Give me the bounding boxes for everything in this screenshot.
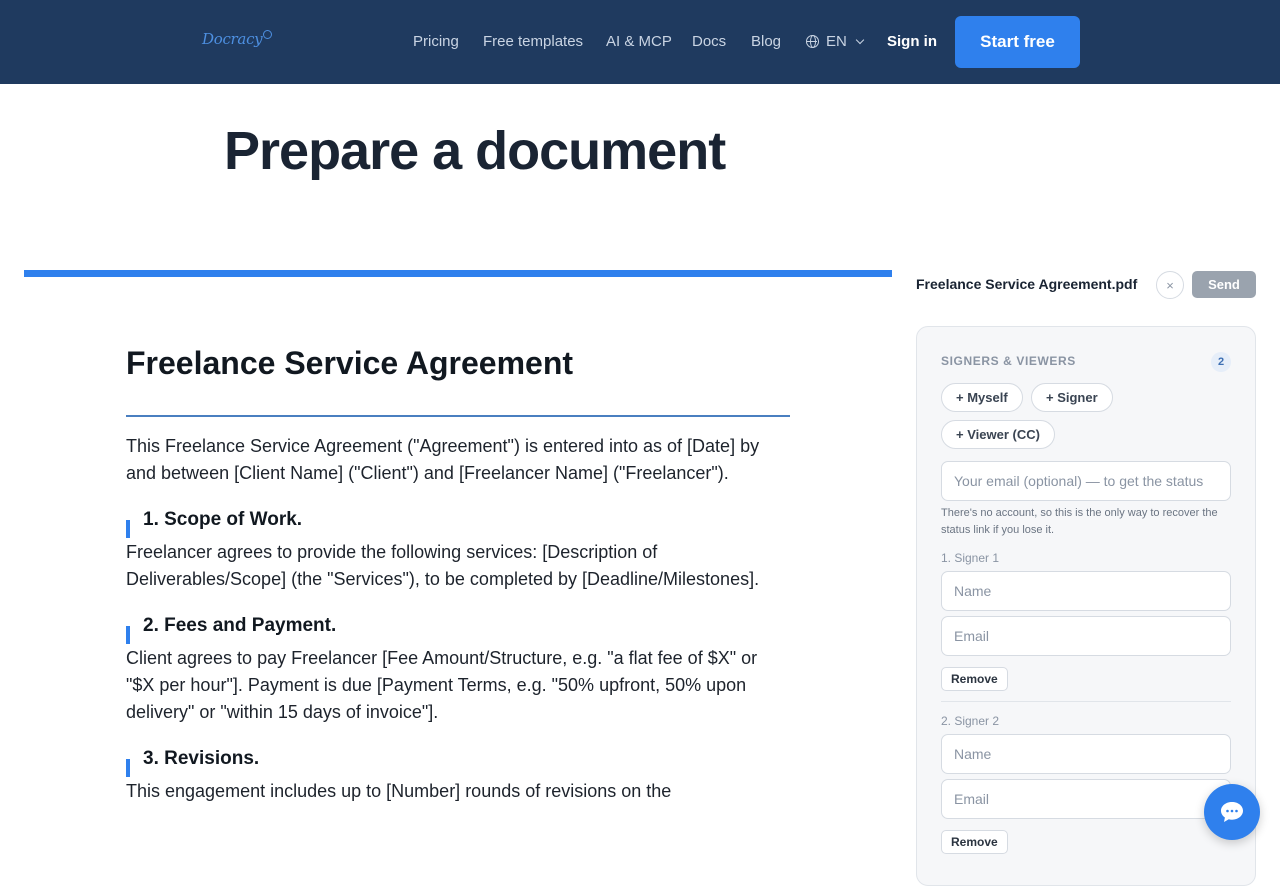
top-navigation-bar: Docracy Pricing Free templates AI & MCP … xyxy=(0,0,1280,84)
logo-mark-icon xyxy=(263,30,273,39)
signer-2-name-field[interactable] xyxy=(941,734,1231,774)
section-heading-text: 3. Revisions. xyxy=(143,748,260,769)
nav-link-ai-mcp[interactable]: AI & MCP xyxy=(606,33,672,50)
signer-2-email-field[interactable] xyxy=(941,779,1231,819)
add-signer-button[interactable]: + Signer xyxy=(1031,383,1113,412)
signer-1-name-field[interactable] xyxy=(941,571,1231,611)
section-heading: 3. Revisions. xyxy=(126,748,790,777)
section-marker xyxy=(126,520,130,538)
section-heading: 1. Scope of Work. xyxy=(126,509,790,538)
signer-1-remove-button[interactable]: Remove xyxy=(941,667,1008,691)
document-intro: This Freelance Service Agreement ("Agree… xyxy=(126,436,760,483)
signer-1-name-input[interactable] xyxy=(954,583,1218,599)
document-title: Freelance Service Agreement xyxy=(126,345,574,381)
signer-2-remove-button[interactable]: Remove xyxy=(941,830,1008,854)
document-title-divider xyxy=(126,415,790,417)
signer-1-label: 1. Signer 1 xyxy=(941,551,1000,565)
signer-1-email-field[interactable] xyxy=(941,616,1231,656)
section-heading: 2. Fees and Payment. xyxy=(126,615,790,644)
close-icon: × xyxy=(1166,277,1174,293)
status-email-field[interactable] xyxy=(941,461,1231,501)
logo-text: Docracy xyxy=(202,30,263,48)
section-marker xyxy=(126,626,130,644)
chat-bubble-icon xyxy=(1221,802,1243,822)
start-free-button[interactable]: Start free xyxy=(955,16,1080,68)
signer-2-name-input[interactable] xyxy=(954,746,1218,762)
sign-in-link[interactable]: Sign in xyxy=(887,33,937,50)
signer-2-email-input[interactable] xyxy=(954,791,1218,807)
page-title: Prepare a document xyxy=(224,121,726,181)
status-email-input[interactable] xyxy=(954,473,1218,489)
signers-count-badge: 2 xyxy=(1211,352,1231,372)
signer-1-email-input[interactable] xyxy=(954,628,1218,644)
add-viewer-button[interactable]: + Viewer (CC) xyxy=(941,420,1055,449)
docracy-logo[interactable]: Docracy xyxy=(202,30,273,48)
section-heading-text: 1. Scope of Work. xyxy=(143,509,303,530)
signer-2-label: 2. Signer 2 xyxy=(941,714,1000,728)
globe-icon xyxy=(806,35,819,48)
nav-link-pricing[interactable]: Pricing xyxy=(413,33,459,50)
section-body: Freelancer agrees to provide the followi… xyxy=(126,542,760,589)
language-selector[interactable]: EN xyxy=(806,33,865,50)
document-top-bar xyxy=(24,270,892,277)
chat-launcher-button[interactable] xyxy=(1204,784,1260,840)
close-button[interactable]: × xyxy=(1156,271,1184,299)
signer-divider xyxy=(941,701,1231,702)
section-heading-text: 2. Fees and Payment. xyxy=(143,615,337,636)
add-myself-button[interactable]: + Myself xyxy=(941,383,1023,412)
status-email-hint: There's no account, so this is the only … xyxy=(941,507,1218,536)
send-button[interactable]: Send xyxy=(1192,271,1256,298)
section-marker xyxy=(126,759,130,777)
document-preview: Freelance Service Agreement This Freelan… xyxy=(126,345,790,805)
nav-link-free-templates[interactable]: Free templates xyxy=(483,33,583,50)
nav-link-docs[interactable]: Docs xyxy=(692,33,726,50)
section-body: Client agrees to pay Freelancer [Fee Amo… xyxy=(126,648,758,722)
section-body: This engagement includes up to [Number] … xyxy=(126,781,672,801)
language-label: EN xyxy=(826,33,847,50)
signers-heading: SIGNERS & VIEWERS xyxy=(941,354,1076,368)
file-name: Freelance Service Agreement.pdf xyxy=(916,276,1138,292)
nav-link-blog[interactable]: Blog xyxy=(751,33,781,50)
chevron-down-icon xyxy=(855,35,865,44)
